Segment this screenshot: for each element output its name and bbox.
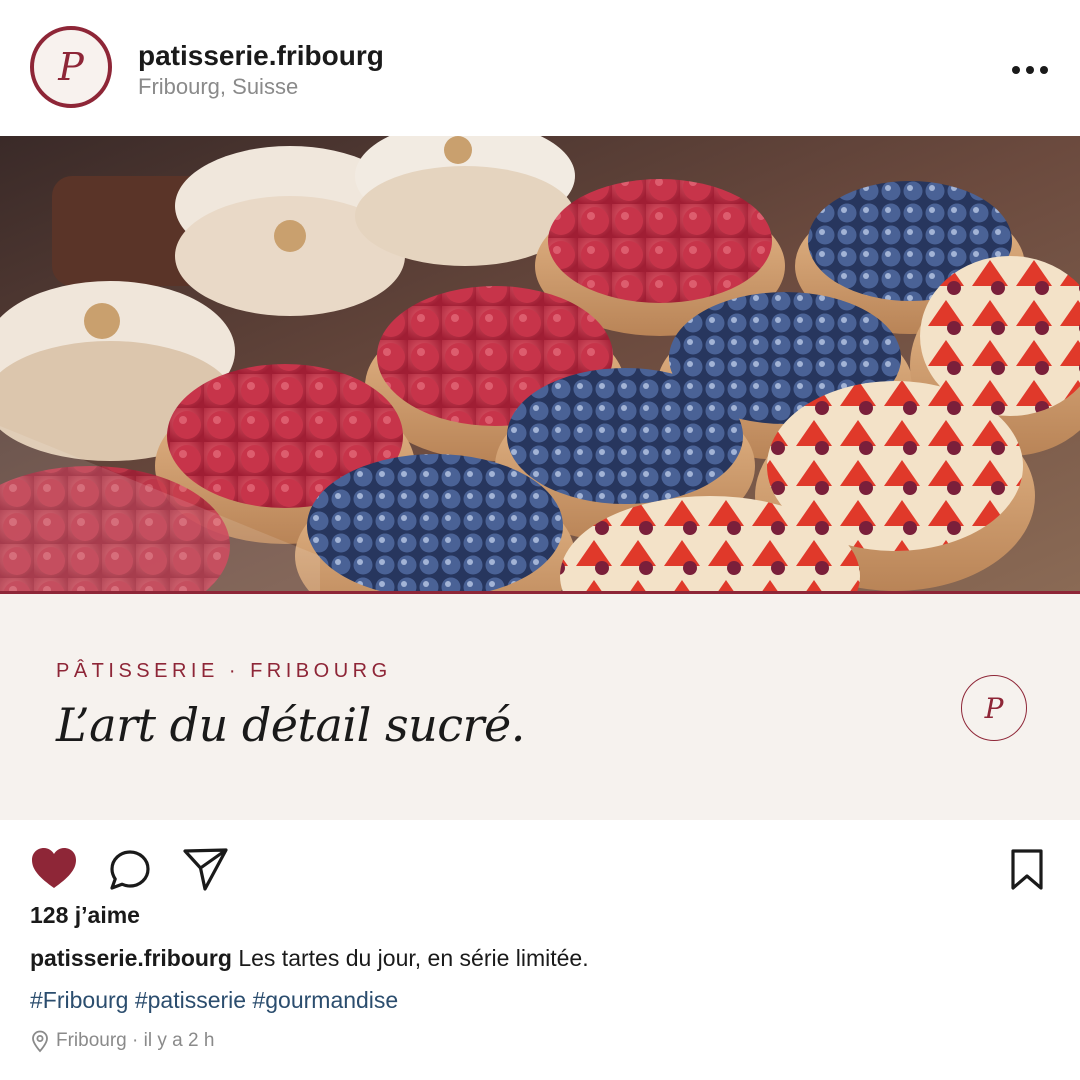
comment-button[interactable] (108, 848, 152, 897)
caption-username[interactable]: patisserie.fribourg (30, 945, 232, 971)
banner-kicker: PÂTISSERIE · FRIBOURG (56, 660, 392, 682)
location-pin-icon (32, 1030, 48, 1053)
avatar-letter: P (58, 45, 84, 89)
comment-icon (110, 850, 150, 890)
save-button[interactable] (1009, 848, 1045, 897)
like-button[interactable] (30, 846, 78, 895)
monogram-letter: P (984, 691, 1004, 725)
banner-tagline: L’art du détail sucré. (56, 698, 525, 752)
tarts-photo (0, 136, 1080, 592)
avatar[interactable]: P (30, 26, 112, 108)
username-link[interactable]: patisserie.fribourg (138, 40, 384, 72)
banner-monogram: P (961, 675, 1027, 741)
post-header: P patisserie.fribourg Fribourg, Suisse (0, 0, 1080, 136)
heart-filled-icon (32, 848, 76, 888)
post-actions-area: 128 j’aime patisserie.fribourg Les tarte… (0, 820, 1080, 1080)
bookmark-icon (1011, 849, 1043, 890)
ellipsis-icon (1012, 66, 1048, 74)
brand-banner: PÂTISSERIE · FRIBOURG L’art du détail su… (0, 594, 1080, 820)
likes-count[interactable]: 128 j’aime (30, 902, 140, 929)
send-icon (183, 848, 228, 891)
caption-text: Les tartes du jour, en série limitée. (238, 945, 589, 971)
share-button[interactable] (181, 846, 229, 897)
post-photo[interactable] (0, 136, 1080, 592)
post-meta: Fribourg · il y a 2 h (30, 1029, 214, 1053)
hashtag-link[interactable]: #gourmandise (252, 987, 398, 1013)
location-link[interactable]: Fribourg, Suisse (138, 74, 298, 100)
hashtag-link[interactable]: #Fribourg (30, 987, 128, 1013)
post-caption: patisserie.fribourg Les tartes du jour, … (30, 945, 589, 972)
more-options-button[interactable] (1008, 56, 1052, 84)
hashtags: #Fribourg #patisserie #gourmandise (30, 987, 398, 1014)
meta-text: Fribourg · il y a 2 h (56, 1030, 215, 1051)
hashtag-link[interactable]: #patisserie (135, 987, 246, 1013)
